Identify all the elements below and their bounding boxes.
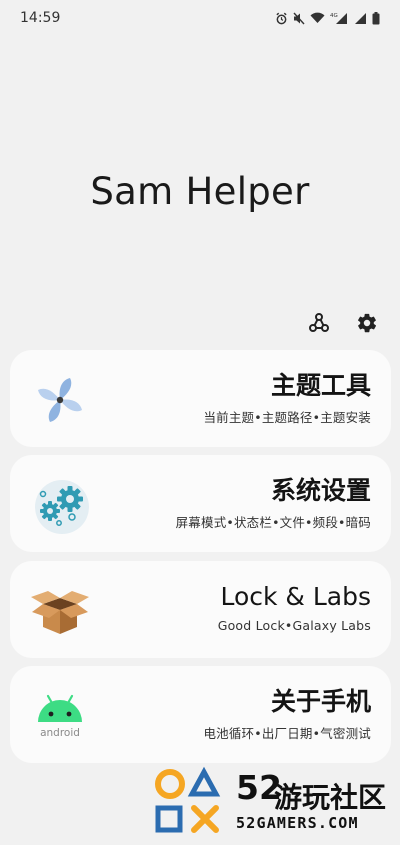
share-nodes-icon bbox=[309, 313, 329, 332]
signal-2-icon bbox=[355, 13, 366, 24]
app-title: Sam Helper bbox=[90, 170, 310, 213]
watermark-emblem-icon bbox=[155, 766, 221, 833]
card-subtitle: 电池循环•出厂日期•气密测试 bbox=[203, 726, 371, 741]
wifi-icon bbox=[310, 12, 325, 23]
status-bar: 14:59 4G bbox=[0, 0, 400, 36]
gears-icon bbox=[28, 473, 92, 537]
card-text: Lock & Labs Good Lock•Galaxy Labs bbox=[218, 581, 371, 633]
card-title: 关于手机 bbox=[270, 687, 371, 716]
mute-icon bbox=[293, 12, 305, 24]
card-title: 主题工具 bbox=[270, 371, 371, 400]
svg-text:4G: 4G bbox=[330, 13, 338, 19]
card-text: 主题工具 当前主题•主题路径•主题安装 bbox=[203, 370, 371, 426]
battery-icon bbox=[372, 11, 380, 24]
status-icons: 4G bbox=[275, 11, 380, 25]
watermark-url: 52GAMERS.COM bbox=[236, 814, 359, 832]
card-title: 系统设置 bbox=[270, 476, 371, 505]
card-subtitle: 当前主题•主题路径•主题安装 bbox=[203, 410, 371, 425]
box-icon bbox=[28, 579, 92, 643]
card-title: Lock & Labs bbox=[220, 582, 371, 611]
pinwheel-icon bbox=[28, 368, 92, 432]
action-row bbox=[306, 310, 380, 336]
card-subtitle: 屏幕模式•状态栏•文件•频段•暗码 bbox=[175, 515, 371, 530]
card-system-settings[interactable]: 系统设置 屏幕模式•状态栏•文件•频段•暗码 bbox=[10, 455, 391, 552]
status-time: 14:59 bbox=[20, 10, 61, 26]
share-button[interactable] bbox=[306, 310, 332, 336]
android-icon: android bbox=[28, 684, 92, 748]
card-lock-labs[interactable]: Lock & Labs Good Lock•Galaxy Labs bbox=[10, 561, 391, 658]
alarm-icon bbox=[276, 12, 287, 24]
settings-button[interactable] bbox=[354, 310, 380, 336]
watermark-logo: 52 游玩社区 52GAMERS.COM bbox=[150, 762, 400, 842]
signal-icon: 4G bbox=[330, 13, 347, 24]
android-wordmark: android bbox=[40, 727, 80, 739]
card-about-phone[interactable]: android 关于手机 电池循环•出厂日期•气密测试 bbox=[10, 666, 391, 763]
gear-icon bbox=[358, 313, 377, 333]
card-text: 系统设置 屏幕模式•状态栏•文件•频段•暗码 bbox=[176, 475, 371, 531]
watermark-name: 游玩社区 bbox=[274, 781, 387, 814]
card-subtitle: Good Lock•Galaxy Labs bbox=[217, 618, 371, 633]
card-theme-tools[interactable]: 主题工具 当前主题•主题路径•主题安装 bbox=[10, 350, 391, 447]
card-text: 关于手机 电池循环•出厂日期•气密测试 bbox=[203, 686, 371, 742]
